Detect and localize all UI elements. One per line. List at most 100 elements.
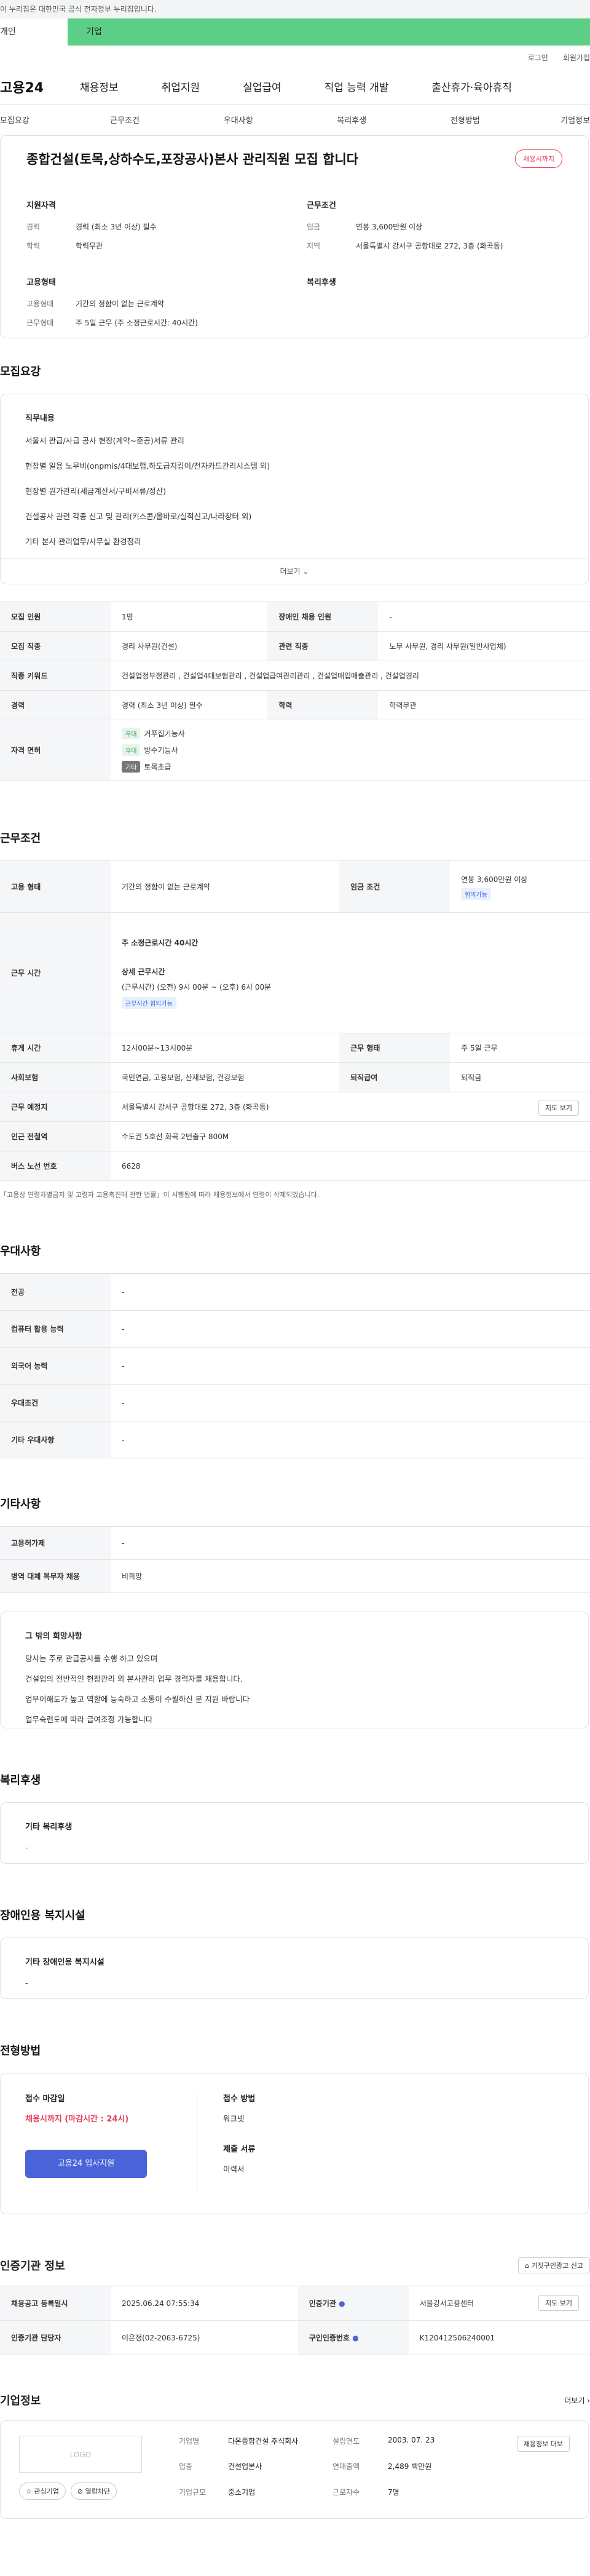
section-cert-heading: 인증기관 정보 <box>0 2260 65 2273</box>
label: 버스 노선 번호 <box>0 1151 111 1181</box>
welfare-block: 복리후생 <box>307 276 562 336</box>
job-summary-card: 종합건설(토목,상하수도,포장공사)본사 관리직원 모집 합니다 채용시까지 지… <box>0 135 589 338</box>
snb-company[interactable]: 기업정보 <box>522 114 590 125</box>
docs-label: 제출 서류 <box>223 2145 256 2154</box>
favorite-label: 관심기업 <box>34 2487 59 2495</box>
label: 기업명 <box>179 2437 200 2446</box>
info-icon[interactable]: ● <box>339 2299 345 2308</box>
label: 외국어 능력 <box>0 1347 111 1385</box>
label: 인증기관 ● <box>297 2286 409 2321</box>
label: 학력 <box>26 242 41 250</box>
condition-block: 근무조건 임금 연봉 3,600만원 이상 지역 서울특별시 강서구 공항대로 27… <box>307 199 562 260</box>
login-link[interactable]: 로그인 <box>528 52 548 63</box>
snb-welfare[interactable]: 복리후생 <box>295 114 409 125</box>
value: 건설업정부정관리 , 건설업4대보험관리 , 건설업급여관리관리 , 건설업매입… <box>111 661 590 691</box>
tab-company[interactable]: 기업 <box>68 18 590 46</box>
value: - <box>111 1526 590 1560</box>
value: - <box>111 1310 590 1348</box>
map-button[interactable]: 지도 보기 <box>538 2295 579 2311</box>
snb-prefer[interactable]: 우대사항 <box>181 114 295 125</box>
qualification-title: 지원자격 <box>26 201 56 210</box>
report-label: 거짓구인광고 신고 <box>531 2262 583 2270</box>
disabled-value: - <box>25 1978 28 1987</box>
value: 기간의 정함이 없는 근로계약 <box>76 300 164 308</box>
label: 인증기관 담당자 <box>0 2320 111 2355</box>
value: 노무 사무원, 경리 사무원(일반사업체) <box>378 631 590 661</box>
nav-benefit[interactable]: 실업급여 <box>243 79 281 94</box>
more-label: 더보기 <box>564 2396 585 2405</box>
value: 이은정(02-2063-6725) <box>111 2320 298 2355</box>
label: 임금 <box>307 223 321 231</box>
duty-card: 직무내용 서울시 관급/사급 공사 현장(계약~준공)서류 관리 현장별 일용 … <box>0 394 589 584</box>
snb-screening[interactable]: 전형방법 <box>409 114 522 125</box>
info-icon[interactable]: ● <box>352 2334 358 2342</box>
value: 2025.06.24 07:55:34 <box>111 2286 298 2321</box>
label-text: 구인인증번호 <box>309 2334 350 2342</box>
label: 근무형태 <box>26 319 54 327</box>
value: 비희망 <box>111 1559 590 1593</box>
value: - <box>378 602 590 632</box>
signup-link[interactable]: 회원가입 <box>563 52 590 63</box>
company-jobs-button[interactable]: 채용정보 더보 <box>516 2436 570 2452</box>
company-more-link[interactable]: 더보기 › <box>564 2395 590 2406</box>
label: 컴퓨터 활용 능력 <box>0 1310 111 1348</box>
license-list: 우대 거푸집기능사 우대 방수기능사 기타 토목초급 <box>111 720 590 781</box>
disabled-card-title: 기타 장애인용 복지시설 <box>25 1958 104 1967</box>
company-card: LOGO ☆ 관심기업 ⊘ 열람차단 기업명 다온종합건설 주식회사 설립연도 … <box>0 2420 589 2519</box>
deadline-value: 채용시까지 (마감시간 : 24시) <box>25 2115 129 2124</box>
welfare-title: 복리후생 <box>307 278 336 287</box>
label: 퇴직급여 <box>339 1062 450 1092</box>
block-icon: ⊘ <box>77 2487 84 2495</box>
screening-card: 접수 마감일 채용시까지 (마감시간 : 24시) 고용24 입사지원 접수 방… <box>0 2073 589 2214</box>
label: 경력 <box>0 690 111 720</box>
section-company-heading: 기업정보 <box>0 2395 41 2407</box>
label: 고용허가제 <box>0 1526 111 1560</box>
label: 연매출액 <box>332 2462 360 2471</box>
nav-training[interactable]: 직업 능력 개발 <box>324 79 389 94</box>
prefer-table: 전공 - 컴퓨터 활용 능력 - 외국어 능력 - 우대조건 - 기타 우대사항 - <box>0 1273 590 1458</box>
section-prefer-heading: 우대사항 <box>0 1245 41 1258</box>
block-button[interactable]: ⊘ 열람차단 <box>70 2483 117 2500</box>
value: 수도권 5호선 화곡 2번출구 800M <box>111 1121 590 1151</box>
value: - <box>111 1421 590 1458</box>
brand-logo[interactable]: 고용24 <box>0 77 80 97</box>
value: 퇴직금 <box>450 1062 590 1092</box>
label: 고용 형태 <box>0 861 111 913</box>
tag: 우대 <box>122 744 141 756</box>
license: 토목초급 <box>144 763 171 771</box>
scale: 중소기업 <box>228 2487 256 2497</box>
apply-button[interactable]: 고용24 입사지원 <box>25 2150 147 2178</box>
nav-leave[interactable]: 출산휴가·육아휴직 <box>431 79 512 94</box>
value: 국민연금, 고용보험, 산재보험, 건강보험 <box>111 1062 340 1092</box>
wish-line: 건설업의 전반적인 현장관리 외 본사관리 업무 경력자를 채용합니다. <box>25 1674 243 1684</box>
wish-title: 그 밖의 희망사항 <box>25 1632 82 1641</box>
tag: 우대 <box>122 728 141 739</box>
nav-jobs[interactable]: 채용정보 <box>80 79 119 94</box>
value: 학력무관 <box>378 690 590 720</box>
tab-personal[interactable]: 개인 <box>0 18 68 46</box>
deadline-badge: 채용시까지 <box>515 149 562 168</box>
label: 직종 키워드 <box>0 661 111 691</box>
map-button[interactable]: 지도 보기 <box>538 1100 579 1116</box>
section-nav: 모집요강 근무조건 우대사항 복리후생 전형방법 기업정보 <box>0 105 590 135</box>
section-welfare-heading: 복리후생 <box>0 1774 41 1787</box>
tag: 근무시간 협의가능 <box>122 996 176 1009</box>
wish-line: 업무이해도가 높고 역할에 능숙하고 소통이 수월하신 분 지원 바랍니다 <box>25 1695 250 1704</box>
section-recruit-heading: 모집요강 <box>0 365 41 378</box>
gov-bar: 이 누리집은 대한민국 공식 전자정부 누리집입니다. <box>0 0 590 18</box>
employment-block: 고용형태 고용형태 기간의 정함이 없는 근로계약 근무형태 주 5일 근무 (주 … <box>26 276 282 336</box>
label: 고용형태 <box>26 300 54 308</box>
sales: 2,489 백만원 <box>388 2462 432 2471</box>
tag: 기타 <box>122 761 141 773</box>
nav-support[interactable]: 취업지원 <box>162 79 200 94</box>
snb-work[interactable]: 근무조건 <box>68 114 182 125</box>
favorite-button[interactable]: ☆ 관심기업 <box>19 2483 66 2500</box>
value: K120412506240001 <box>408 2320 590 2355</box>
more-button[interactable]: 더보기 ⌄ <box>1 558 588 584</box>
report-button[interactable]: ⌂ 거짓구인광고 신고 <box>518 2257 590 2273</box>
label: 모집 인원 <box>0 602 111 632</box>
detail-hours: (근무시간) (오전) 9시 00분 ~ (오후) 6시 00분 <box>122 982 272 992</box>
industry: 건설업본사 <box>228 2462 262 2471</box>
label: 경력 <box>26 223 41 231</box>
snb-recruit[interactable]: 모집요강 <box>0 114 68 125</box>
